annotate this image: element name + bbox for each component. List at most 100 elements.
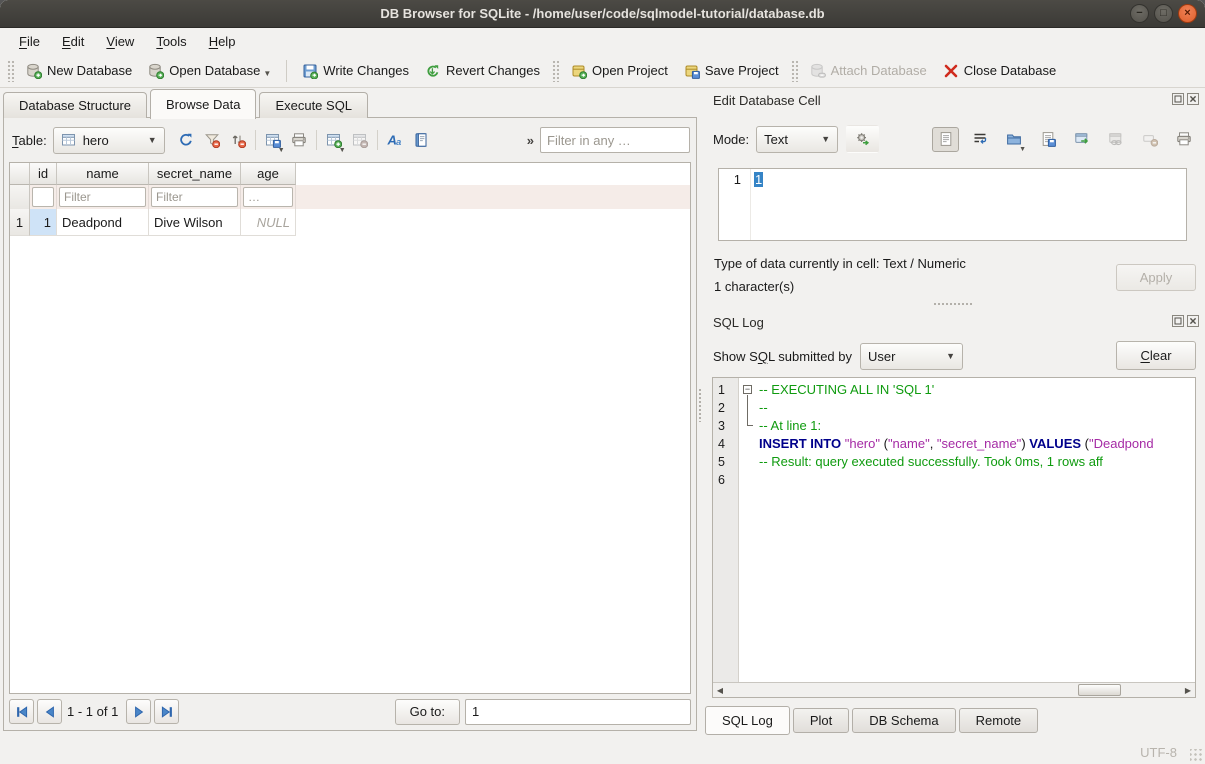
menu-view[interactable]: View	[95, 30, 145, 53]
dock-tab-remote[interactable]: Remote	[959, 708, 1039, 733]
mode-select[interactable]: Text ▼	[756, 126, 838, 153]
open-external-button[interactable]	[1068, 127, 1095, 152]
dock-tab-db-schema[interactable]: DB Schema	[852, 708, 955, 733]
text-mode-button[interactable]	[932, 127, 959, 152]
resize-grip[interactable]	[1190, 749, 1203, 762]
fold-minus-icon[interactable]: −	[743, 385, 752, 394]
float-dock-icon[interactable]	[1172, 315, 1184, 327]
cell-secret_name[interactable]: Dive Wilson	[149, 209, 241, 236]
save-project-button[interactable]: Save Project	[676, 58, 787, 84]
filter-input-age[interactable]	[243, 187, 293, 207]
delete-record-button[interactable]	[347, 127, 373, 153]
toolbar-overflow-icon[interactable]: »	[521, 133, 540, 148]
open-project-button[interactable]: Open Project	[563, 58, 676, 84]
goto-button[interactable]: Go to:	[395, 699, 460, 725]
cell-editor[interactable]: 1 1	[718, 168, 1187, 241]
close-dock-icon[interactable]	[1187, 93, 1199, 105]
dropdown-arrow-icon[interactable]: ▼	[1019, 146, 1026, 153]
save-table-button[interactable]: ▼	[260, 127, 286, 153]
grid-corner[interactable]	[10, 163, 30, 185]
toolbar-handle[interactable]	[7, 60, 14, 82]
close-button[interactable]: ×	[1178, 4, 1197, 23]
dropdown-arrow-icon[interactable]: ▼	[339, 147, 346, 154]
write-changes-button[interactable]: Write Changes	[294, 58, 417, 84]
clear-filters-button[interactable]	[199, 127, 225, 153]
filter-any-input[interactable]	[540, 127, 690, 153]
last-record-button[interactable]	[154, 699, 179, 724]
print-cell-button[interactable]	[1170, 127, 1197, 152]
menu-help[interactable]: Help	[198, 30, 247, 53]
set-null-button[interactable]	[1136, 127, 1163, 152]
import-data-button[interactable]: ▼	[1000, 127, 1027, 152]
auto-apply-button[interactable]	[846, 125, 879, 153]
clear-log-button[interactable]: Clear	[1116, 341, 1196, 370]
word-wrap-button[interactable]	[966, 127, 993, 152]
filter-input-secret_name[interactable]	[151, 187, 238, 207]
find-in-table-button[interactable]	[408, 127, 434, 153]
scrollbar-thumb[interactable]	[1078, 684, 1121, 696]
menu-file[interactable]: File	[8, 30, 51, 53]
horizontal-scrollbar[interactable]: ◀ ▶	[713, 682, 1195, 697]
previous-record-button[interactable]	[37, 699, 62, 724]
cell-age[interactable]: NULL	[241, 209, 296, 236]
dock-tab-sql-log[interactable]: SQL Log	[705, 706, 790, 735]
column-header-name[interactable]: name	[57, 163, 149, 185]
open-database-button[interactable]: Open Database▼	[140, 58, 279, 84]
panel-splitter[interactable]	[696, 88, 705, 740]
menu-edit[interactable]: Edit	[51, 30, 95, 53]
goto-record-input[interactable]	[465, 699, 691, 725]
close-database-icon	[943, 63, 959, 79]
dropdown-arrow-icon[interactable]: ▼	[278, 147, 285, 154]
sql-log-view[interactable]: 1−-- EXECUTING ALL IN 'SQL 1'2--3-- At l…	[712, 377, 1196, 698]
minimize-button[interactable]: −	[1130, 4, 1149, 23]
next-record-button[interactable]	[126, 699, 151, 724]
apply-button[interactable]: Apply	[1116, 264, 1196, 291]
dropdown-arrow-icon[interactable]: ▼	[263, 69, 271, 78]
row-header[interactable]: 1	[10, 209, 30, 236]
filter-input-id[interactable]	[32, 187, 54, 207]
attach-database-button[interactable]: Attach Database	[802, 58, 935, 84]
float-dock-icon[interactable]	[1172, 93, 1184, 105]
close-database-button[interactable]: Close Database	[935, 58, 1065, 84]
revert-changes-button[interactable]: Revert Changes	[417, 58, 548, 84]
table-row[interactable]: 11DeadpondDive WilsonNULL	[10, 209, 690, 236]
column-header-id[interactable]: id	[30, 163, 57, 185]
delete-record-icon	[352, 132, 368, 148]
close-dock-icon[interactable]	[1187, 315, 1199, 327]
scroll-right-icon[interactable]: ▶	[1181, 684, 1195, 697]
title-bar[interactable]: DB Browser for SQLite - /home/user/code/…	[0, 0, 1205, 28]
cell-name[interactable]: Deadpond	[57, 209, 149, 236]
filter-input-name[interactable]	[59, 187, 146, 207]
dock-splitter-handle[interactable]	[933, 302, 973, 307]
refresh-icon	[178, 132, 194, 148]
toolbar-handle[interactable]	[552, 60, 559, 82]
print-table-button[interactable]	[286, 127, 312, 153]
menu-tools[interactable]: Tools	[145, 30, 197, 53]
sql-source-select[interactable]: User ▼	[860, 343, 963, 370]
column-header-age[interactable]: age	[241, 163, 296, 185]
first-record-button[interactable]	[9, 699, 34, 724]
maximize-button[interactable]: □	[1154, 4, 1173, 23]
data-grid[interactable]: idnamesecret_nameage11DeadpondDive Wilso…	[9, 162, 691, 694]
tab-execute-sql[interactable]: Execute SQL	[259, 92, 368, 118]
tab-browse-data[interactable]: Browse Data	[150, 89, 256, 119]
sql-log-dock-title: SQL Log	[713, 315, 764, 330]
filter-cell	[30, 185, 57, 209]
clear-sorting-button[interactable]	[225, 127, 251, 153]
table-select[interactable]: hero ▼	[53, 127, 165, 154]
status-bar: UTF-8	[0, 740, 1205, 764]
cell-id[interactable]: 1	[30, 209, 57, 236]
export-data-button[interactable]	[1034, 127, 1061, 152]
tab-database-structure[interactable]: Database Structure	[3, 92, 147, 118]
fold-column	[739, 453, 759, 471]
new-database-button[interactable]: New Database	[18, 58, 140, 84]
sql-text: -- At line 1:	[759, 417, 1195, 435]
scroll-left-icon[interactable]: ◀	[713, 684, 727, 697]
copy-link-button[interactable]	[1102, 127, 1129, 152]
insert-record-button[interactable]: ▼	[321, 127, 347, 153]
toolbar-handle[interactable]	[791, 60, 798, 82]
dock-tab-plot[interactable]: Plot	[793, 708, 849, 733]
format-font-button[interactable]: Aa	[382, 127, 408, 153]
column-header-secret_name[interactable]: secret_name	[149, 163, 241, 185]
refresh-button[interactable]	[173, 127, 199, 153]
